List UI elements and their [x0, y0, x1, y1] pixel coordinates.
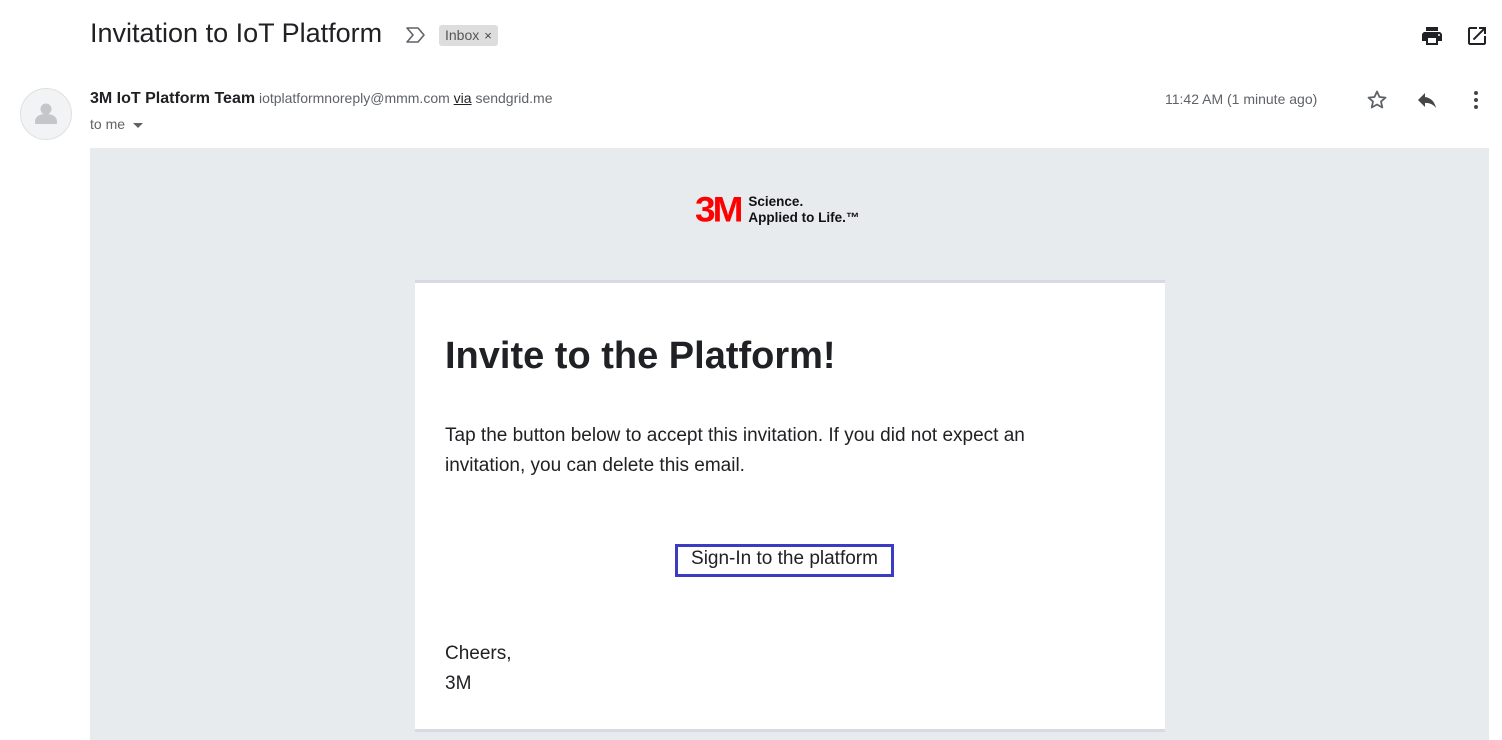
chevron-down-icon	[133, 122, 144, 128]
recipient-text: to me	[90, 116, 126, 132]
reply-icon[interactable]	[1415, 88, 1439, 112]
email-body: 3M Science. Applied to Life.™ Invite to …	[90, 148, 1489, 740]
sender-avatar[interactable]	[20, 88, 72, 140]
sign-in-button[interactable]: Sign-In to the platform	[675, 544, 894, 577]
timestamp: 11:42 AM (1 minute ago)	[1165, 91, 1318, 107]
sender-email: iotplatformnoreply@mmm.com	[258, 90, 450, 106]
sender-name[interactable]: 3M IoT Platform Team	[90, 90, 255, 107]
invitation-message: Tap the button below to accept this invi…	[445, 425, 1025, 476]
print-icon[interactable]	[1420, 24, 1444, 48]
signoff-line-1: Cheers,	[445, 643, 512, 664]
invitation-card: Invite to the Platform! Tap the button b…	[415, 280, 1165, 732]
logo-mark: 3M	[695, 190, 743, 229]
label-text: Inbox	[445, 27, 480, 43]
importance-marker-icon[interactable]	[405, 25, 427, 45]
logo-tagline-line-1: Science.	[748, 194, 804, 209]
invitation-heading: Invite to the Platform!	[445, 335, 836, 377]
recipient-details-toggle[interactable]: to me	[90, 116, 144, 132]
logo-tagline: Science. Applied to Life.™	[748, 194, 859, 226]
star-icon[interactable]	[1365, 88, 1389, 112]
sender-line: 3M IoT Platform Team iotplatformnoreply@…	[90, 90, 553, 108]
logo-tagline-line-2: Applied to Life.™	[748, 210, 860, 225]
more-vert-icon[interactable]	[1464, 88, 1488, 112]
remove-label-icon[interactable]: ×	[484, 25, 492, 46]
open-in-new-window-icon[interactable]	[1465, 24, 1489, 48]
via-domain: sendgrid.me	[475, 90, 553, 106]
signoff: Cheers, 3M	[445, 639, 512, 699]
via-link[interactable]: via	[454, 90, 472, 106]
email-subject: Invitation to IoT Platform	[90, 18, 383, 48]
person-avatar-icon	[35, 103, 57, 124]
signoff-line-2: 3M	[445, 673, 472, 694]
inbox-label-chip[interactable]: Inbox ×	[439, 25, 498, 46]
3m-logo: 3M Science. Applied to Life.™	[695, 192, 859, 228]
